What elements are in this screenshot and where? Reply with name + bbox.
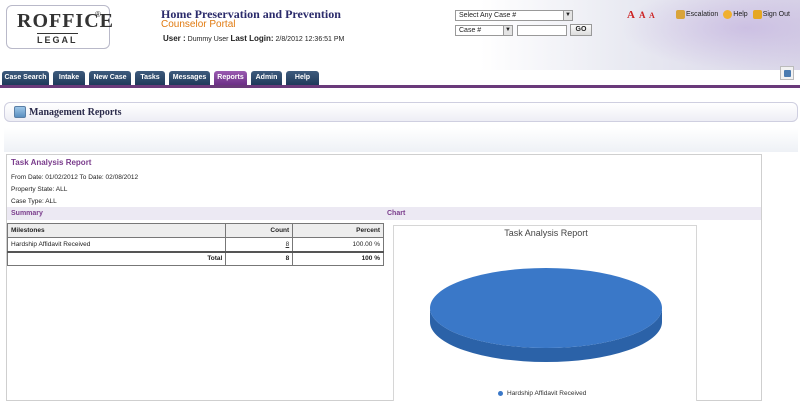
sign-out-link[interactable]: Sign Out [752,10,790,19]
font-size-small-button[interactable]: A [649,11,655,20]
go-button[interactable]: GO [570,24,592,36]
user-name: Dummy User [187,36,229,43]
logo-subtitle: LEGAL [37,33,78,45]
page-title: Management Reports [29,107,122,118]
pie-chart-svg [430,268,662,362]
lock-icon [752,10,762,19]
tab-intake[interactable]: Intake [53,71,85,85]
user-info: User : Dummy User Last Login: 2/8/2012 1… [163,34,344,43]
column-header-percent: Percent [292,223,384,238]
font-size-large-button[interactable]: A [627,9,635,21]
nav-underline [0,85,800,88]
tools-icon[interactable] [780,66,794,80]
escalation-link[interactable]: Escalation [676,10,718,19]
font-size-controls: A A A [627,9,657,21]
user-label: User : [163,34,186,43]
roffice-logo[interactable]: ROFFICE ® LEGAL [6,5,113,49]
total-count-cell: 8 [225,250,294,266]
chevron-down-icon[interactable]: ▼ [503,26,512,35]
last-login-label: Last Login: [230,34,274,43]
legend-marker [498,391,503,396]
case-number-input[interactable] [517,25,567,36]
report-property-state: Property State: ALL [11,186,68,193]
case-select-value: Select Any Case # [459,12,517,19]
tab-tasks[interactable]: Tasks [135,71,165,85]
pie-chart: Task Analysis Report Hardship Affidavit … [393,225,697,401]
tab-new-case[interactable]: New Case [89,71,131,85]
section-header-bar [7,207,761,220]
help-icon [723,10,733,19]
chevron-down-icon[interactable]: ▼ [563,11,572,20]
summary-label: Summary [11,210,43,217]
percent-cell: 100.00 % [292,237,384,252]
content-strip [4,128,798,152]
tab-reports[interactable]: Reports [214,71,247,85]
pie-slice[interactable] [430,268,662,348]
sign-out-label: Sign Out [762,11,790,18]
milestone-cell: Hardship Affidavit Received [6,237,227,252]
case-field-select-value: Case # [459,27,482,34]
total-percent-cell: 100 % [292,250,384,266]
escalation-label: Escalation [686,11,719,18]
count-cell: 8 [225,237,294,252]
tab-case-search[interactable]: Case Search [2,71,49,85]
reports-icon [14,106,26,118]
help-link[interactable]: Help [723,10,748,19]
last-login-value: 2/8/2012 12:36:51 PM [275,36,345,43]
case-select-dropdown[interactable]: Select Any Case # ▼ [455,10,573,21]
top-links: Escalation Help Sign Out [676,8,796,21]
help-label: Help [733,11,748,18]
tab-help[interactable]: Help [286,71,319,85]
table-header-row: Milestones Count Percent [6,223,384,238]
logo-registered-mark: ® [95,10,101,19]
table-total-row: Total 8 100 % [6,250,384,266]
chart-label: Chart [387,210,406,217]
font-size-medium-button[interactable]: A [639,10,646,20]
column-header-milestones: Milestones [6,223,227,238]
tab-admin[interactable]: Admin [251,71,282,85]
report-case-type: Case Type: ALL [11,198,57,205]
tab-messages[interactable]: Messages [169,71,210,85]
legend-label: Hardship Affidavit Received [507,390,587,397]
escalation-icon [676,10,685,19]
case-field-select[interactable]: Case # ▼ [455,25,513,36]
table-row: Hardship Affidavit Received 8 100.00 % [6,237,384,252]
total-label-cell: Total [6,250,227,266]
report-date-range: From Date: 01/02/2012 To Date: 02/08/201… [11,174,139,181]
page-title-bar: Management Reports [4,102,798,122]
milestones-table: Milestones Count Percent Hardship Affida… [6,223,384,266]
column-header-count: Count [225,223,294,238]
report-panel: Task Analysis Report From Date: 01/02/20… [6,154,762,401]
main-nav: Case Search Intake New Case Tasks Messag… [0,71,800,85]
report-title: Task Analysis Report [11,158,92,167]
app-subtitle: Counselor Portal [161,19,236,30]
count-link[interactable]: 8 [286,241,290,248]
chart-legend: Hardship Affidavit Received [498,390,586,397]
